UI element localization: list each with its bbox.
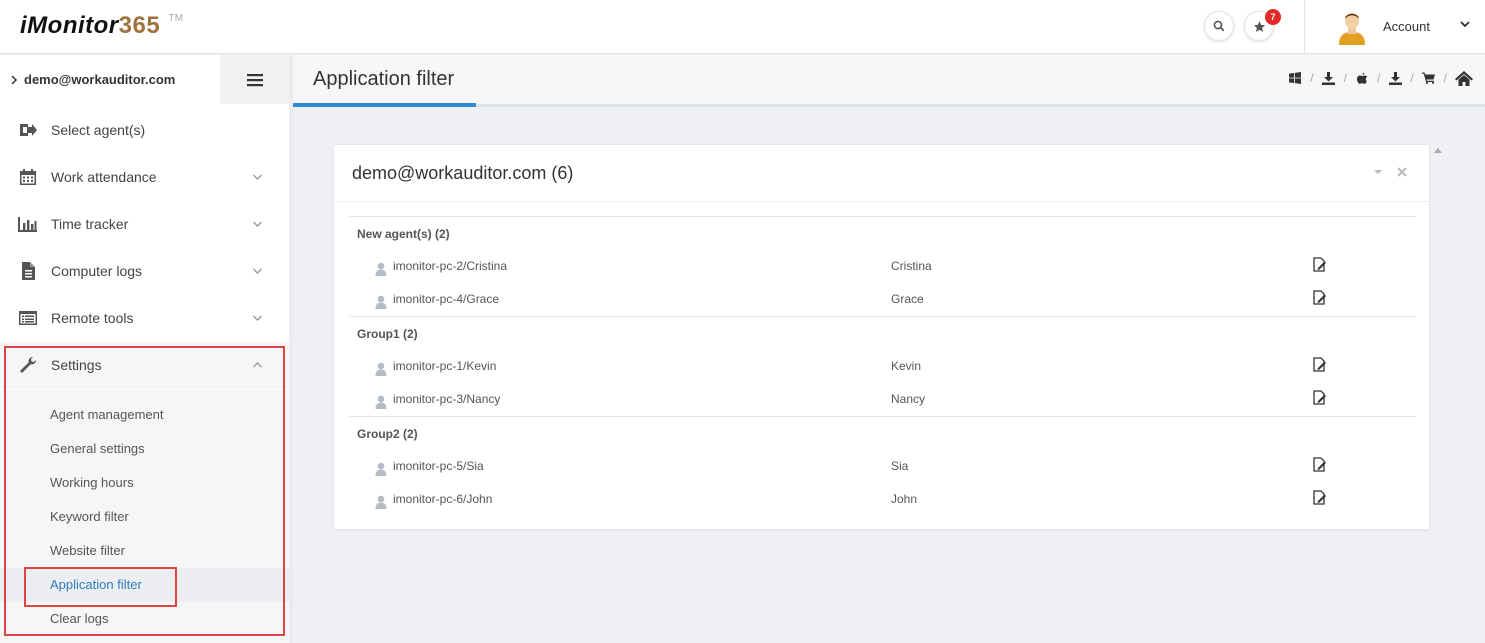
chevron-down-icon [253, 268, 262, 274]
calendar-icon [20, 169, 36, 185]
separator: / [1376, 71, 1381, 85]
edit-icon[interactable] [1311, 390, 1327, 406]
bar-chart-icon [18, 217, 37, 232]
page-title-underline [293, 103, 476, 107]
agent-name: imonitor-pc-6/John [393, 492, 493, 506]
page-header-rule [476, 104, 1485, 107]
sidebar-user-email: demo@workauditor.com [24, 72, 176, 87]
home-icon[interactable] [1455, 70, 1473, 86]
close-icon[interactable] [1397, 167, 1407, 177]
agent-display-name: Kevin [891, 359, 922, 373]
user-icon [375, 295, 387, 309]
search-icon [1213, 20, 1225, 32]
cart-icon[interactable] [1422, 71, 1436, 85]
agent-name: imonitor-pc-3/Nancy [393, 392, 501, 406]
separator: / [1410, 71, 1414, 85]
group-divider [349, 416, 1416, 417]
agent-display-name: Cristina [891, 259, 932, 273]
download-icon[interactable] [1388, 71, 1402, 85]
table-row[interactable]: imonitor-pc-6/John John [334, 483, 1429, 516]
account-label[interactable]: Account [1383, 19, 1430, 34]
apple-icon[interactable] [1355, 71, 1369, 85]
hamburger-icon [246, 73, 263, 86]
table-row[interactable]: imonitor-pc-2/Cristina Cristina [334, 250, 1429, 283]
user-icon [375, 462, 387, 476]
menu-toggle-button[interactable] [220, 55, 289, 104]
sidebar-item-time-tracker[interactable]: Time tracker [0, 201, 289, 248]
sidebar-item-label: Computer logs [51, 263, 143, 279]
page-title: Application filter [313, 68, 455, 90]
separator: / [1443, 71, 1447, 85]
table-row[interactable]: imonitor-pc-5/Sia Sia [334, 450, 1429, 483]
user-icon [375, 362, 387, 376]
sidebar-item-computer-logs[interactable]: Computer logs [0, 248, 289, 295]
logo-trademark: TM [168, 13, 184, 24]
sidebar-item-label: Remote tools [51, 310, 134, 326]
search-button[interactable] [1204, 11, 1234, 41]
sign-in-icon [20, 124, 37, 136]
logo[interactable]: iMonitor365 TM [20, 12, 183, 40]
notification-badge: 7 [1265, 9, 1281, 25]
chevron-down-icon[interactable] [1459, 18, 1471, 30]
agent-display-name: Sia [891, 459, 909, 473]
document-icon [22, 262, 35, 280]
agent-name: imonitor-pc-1/Kevin [393, 359, 497, 373]
agent-name: imonitor-pc-5/Sia [393, 459, 484, 473]
header-divider [1304, 0, 1305, 54]
avatar[interactable] [1336, 9, 1368, 45]
sidebar-item-label: Work attendance [51, 169, 157, 185]
group-header: Group1 (2) [357, 327, 418, 341]
edit-icon[interactable] [1311, 357, 1327, 373]
windows-icon[interactable] [1288, 71, 1302, 85]
group-divider [349, 316, 1416, 317]
separator: / [1343, 71, 1347, 85]
edit-icon[interactable] [1311, 290, 1327, 306]
table-row[interactable]: imonitor-pc-1/Kevin Kevin [334, 350, 1429, 383]
logo-number: 365 [118, 12, 161, 39]
edit-icon[interactable] [1311, 490, 1327, 506]
edit-icon[interactable] [1311, 457, 1327, 473]
user-icon [375, 262, 387, 276]
user-icon [375, 495, 387, 509]
agent-display-name: John [891, 492, 918, 506]
edit-icon[interactable] [1311, 257, 1327, 273]
chevron-right-icon [11, 74, 18, 85]
page-header: Application filter / / / / / [293, 55, 1485, 107]
sidebar-item-remote-tools[interactable]: Remote tools [0, 295, 289, 342]
separator: / [1310, 71, 1314, 85]
group-header: New agent(s) (2) [357, 227, 450, 241]
application-filter-highlight-box [24, 567, 177, 607]
portlet-divider [334, 201, 1429, 202]
sidebar-item-select-agents[interactable]: Select agent(s) [0, 107, 289, 154]
scroll-up-arrow[interactable] [1434, 147, 1442, 153]
collapse-icon[interactable] [1373, 168, 1383, 176]
chevron-down-icon [253, 315, 262, 321]
group-divider [349, 216, 1416, 217]
sidebar-edge [289, 55, 293, 643]
agent-display-name: Nancy [891, 392, 926, 406]
star-icon [1253, 20, 1265, 32]
sidebar-item-label: Select agent(s) [51, 122, 146, 138]
list-icon [19, 311, 37, 325]
agent-name: imonitor-pc-4/Grace [393, 292, 500, 306]
chevron-down-icon [253, 221, 262, 227]
chevron-down-icon [253, 174, 262, 180]
header-quick-links: / / / / / [1288, 70, 1473, 86]
portlet-tools [1373, 167, 1407, 177]
agents-portlet: demo@workauditor.com (6) New agent(s) (2… [333, 144, 1430, 530]
table-row[interactable]: imonitor-pc-4/Grace Grace [334, 283, 1429, 316]
download-icon[interactable] [1322, 71, 1336, 85]
sidebar-user[interactable]: demo@workauditor.com [0, 55, 220, 104]
top-header: iMonitor365 TM 7 Account [0, 0, 1485, 54]
table-row[interactable]: imonitor-pc-3/Nancy Nancy [334, 383, 1429, 416]
agent-display-name: Grace [891, 292, 924, 306]
logo-text: iMonitor [20, 12, 119, 39]
portlet-title: demo@workauditor.com (6) [352, 163, 574, 183]
group-header: Group2 (2) [357, 427, 418, 441]
sidebar-item-work-attendance[interactable]: Work attendance [0, 154, 289, 201]
sidebar-item-label: Time tracker [51, 216, 129, 232]
user-icon [375, 395, 387, 409]
agent-name: imonitor-pc-2/Cristina [393, 259, 508, 273]
